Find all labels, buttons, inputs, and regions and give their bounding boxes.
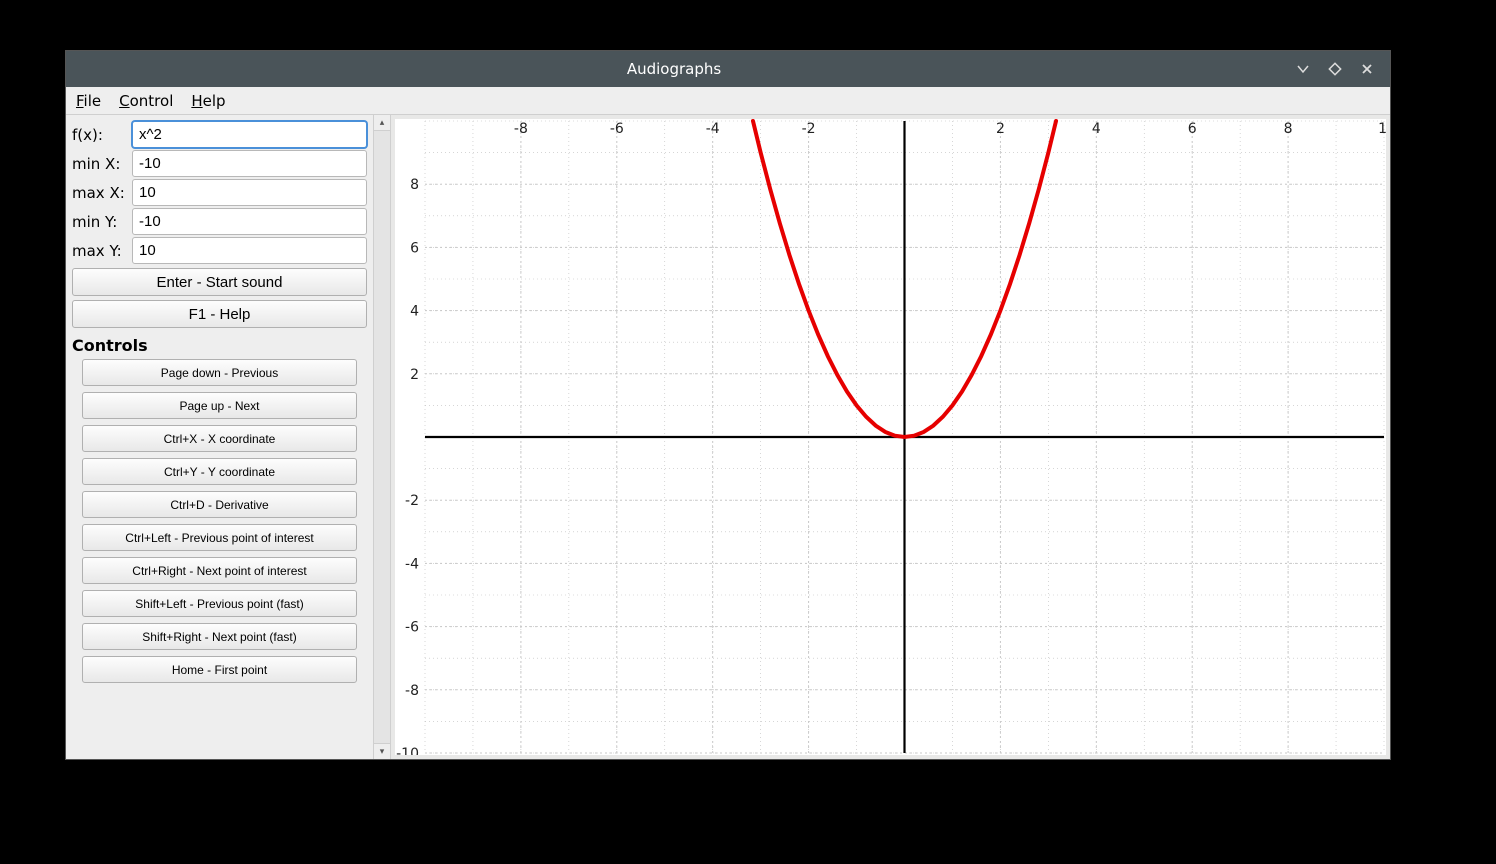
svg-text:-4: -4 bbox=[405, 556, 419, 572]
chart-area: -8 -6 -4 -2 2 4 6 8 1 -10 -8 -6 -4 -2 2 4 6 8 bbox=[395, 119, 1386, 755]
svg-text:4: 4 bbox=[410, 304, 419, 320]
enter-start-sound-button[interactable]: Enter - Start sound bbox=[72, 268, 367, 296]
svg-text:8: 8 bbox=[410, 177, 419, 193]
chart-svg: -8 -6 -4 -2 2 4 6 8 1 -10 -8 -6 -4 -2 2 4 6 8 bbox=[395, 119, 1386, 755]
scroll-up-icon[interactable]: ▴ bbox=[374, 115, 390, 131]
control-button-5[interactable]: Ctrl+Left - Previous point of interest bbox=[82, 524, 357, 551]
window-buttons bbox=[1282, 62, 1390, 76]
menubar: File Control Help bbox=[66, 87, 1390, 115]
max-x-input[interactable] bbox=[132, 179, 367, 206]
titlebar: Audiographs bbox=[66, 51, 1390, 87]
scroll-down-icon[interactable]: ▾ bbox=[374, 743, 390, 759]
sidebar-scrollbar[interactable]: ▴ ▾ bbox=[373, 115, 390, 759]
svg-text:6: 6 bbox=[410, 240, 419, 256]
control-button-2[interactable]: Ctrl+X - X coordinate bbox=[82, 425, 357, 452]
control-button-6[interactable]: Ctrl+Right - Next point of interest bbox=[82, 557, 357, 584]
min-y-input[interactable] bbox=[132, 208, 367, 235]
maximize-icon[interactable] bbox=[1328, 62, 1344, 76]
svg-text:4: 4 bbox=[1092, 121, 1101, 137]
body: f(x): min X: max X: min Y: max Y: bbox=[66, 115, 1390, 759]
svg-text:-2: -2 bbox=[405, 493, 419, 509]
control-button-9[interactable]: Home - First point bbox=[82, 656, 357, 683]
min-x-label: min X: bbox=[72, 155, 132, 173]
min-y-label: min Y: bbox=[72, 213, 132, 231]
svg-text:1: 1 bbox=[1378, 121, 1386, 137]
svg-text:-8: -8 bbox=[405, 683, 419, 699]
sidebar: f(x): min X: max X: min Y: max Y: bbox=[66, 115, 391, 759]
control-button-1[interactable]: Page up - Next bbox=[82, 392, 357, 419]
fx-label: f(x): bbox=[72, 126, 132, 144]
control-button-8[interactable]: Shift+Right - Next point (fast) bbox=[82, 623, 357, 650]
svg-text:2: 2 bbox=[996, 121, 1005, 137]
max-y-input[interactable] bbox=[132, 237, 367, 264]
control-button-3[interactable]: Ctrl+Y - Y coordinate bbox=[82, 458, 357, 485]
svg-text:-6: -6 bbox=[405, 620, 419, 636]
window-title: Audiographs bbox=[66, 60, 1282, 78]
svg-text:-10: -10 bbox=[396, 746, 419, 755]
minimize-icon[interactable] bbox=[1296, 62, 1312, 76]
svg-text:-2: -2 bbox=[802, 121, 816, 137]
menu-help[interactable]: Help bbox=[187, 90, 229, 112]
svg-text:-8: -8 bbox=[514, 121, 528, 137]
max-y-label: max Y: bbox=[72, 242, 132, 260]
menu-control[interactable]: Control bbox=[115, 90, 177, 112]
menu-file[interactable]: File bbox=[72, 90, 105, 112]
svg-text:-6: -6 bbox=[610, 121, 624, 137]
controls-list: Page down - Previous Page up - Next Ctrl+X… bbox=[72, 359, 367, 683]
svg-text:8: 8 bbox=[1284, 121, 1293, 137]
app-window: Audiographs File Control Help f(x): bbox=[65, 50, 1391, 760]
fx-input[interactable] bbox=[132, 121, 367, 148]
min-x-input[interactable] bbox=[132, 150, 367, 177]
svg-text:6: 6 bbox=[1188, 121, 1197, 137]
svg-text:2: 2 bbox=[410, 367, 419, 383]
close-icon[interactable] bbox=[1360, 62, 1376, 76]
control-button-0[interactable]: Page down - Previous bbox=[82, 359, 357, 386]
max-x-label: max X: bbox=[72, 184, 132, 202]
f1-help-button[interactable]: F1 - Help bbox=[72, 300, 367, 328]
control-button-7[interactable]: Shift+Left - Previous point (fast) bbox=[82, 590, 357, 617]
controls-heading: Controls bbox=[72, 336, 367, 355]
svg-text:-4: -4 bbox=[706, 121, 720, 137]
control-button-4[interactable]: Ctrl+D - Derivative bbox=[82, 491, 357, 518]
